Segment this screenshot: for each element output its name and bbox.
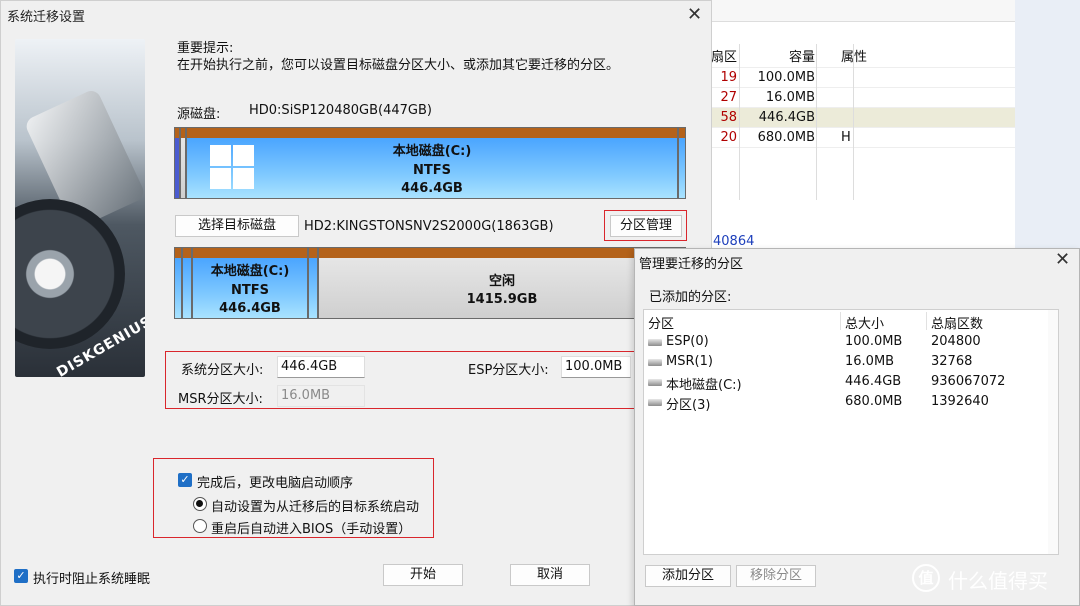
background-toolbar bbox=[701, 0, 1016, 22]
partition-manage-button[interactable]: 分区管理 bbox=[610, 215, 682, 237]
background-panel bbox=[1015, 0, 1080, 250]
esp-segment[interactable] bbox=[174, 247, 182, 319]
partition-fs: NTFS bbox=[231, 283, 269, 298]
remove-partition-button: 移除分区 bbox=[736, 565, 816, 587]
system-size-label: 系统分区大小: bbox=[181, 363, 264, 378]
msr-segment[interactable] bbox=[182, 247, 192, 319]
after-done-label: 完成后，更改电脑启动顺序 bbox=[197, 476, 354, 491]
target-partition-c[interactable]: 本地磁盘(C:) NTFS 446.4GB bbox=[192, 247, 308, 319]
radio-bios[interactable] bbox=[193, 519, 207, 533]
system-size-input[interactable]: 446.4GB bbox=[277, 356, 365, 378]
prevent-sleep-label: 执行时阻止系统睡眠 bbox=[33, 572, 151, 587]
windows-logo-icon bbox=[210, 145, 254, 189]
dialog-title: 管理要迁移的分区 bbox=[639, 257, 744, 272]
recovery-segment[interactable] bbox=[678, 127, 686, 199]
partition-list[interactable]: 分区 总大小 总扇区数 ESP(0) 100.0MB 204800 MSR(1)… bbox=[643, 309, 1059, 555]
watermark-text: 什么值得买 bbox=[948, 569, 1048, 593]
partition-name: 本地磁盘(C:) bbox=[392, 144, 472, 159]
table-row[interactable]: 27 16.0MB bbox=[701, 88, 1016, 108]
cancel-button[interactable]: 取消 bbox=[510, 564, 590, 586]
list-item[interactable]: MSR(1) 16.0MB 32768 bbox=[644, 353, 1058, 373]
platter-shape bbox=[15, 199, 125, 349]
source-disk-value: HD0:SiSP120480GB(447GB) bbox=[249, 103, 432, 118]
header-attr: 属性 bbox=[841, 50, 868, 65]
diskgenius-hdd-illustration: DISKGENIUS bbox=[15, 39, 145, 377]
free-space-segment[interactable]: 空闲 1415.9GB bbox=[318, 247, 686, 319]
manage-partitions-dialog: 管理要迁移的分区 ✕ 已添加的分区: 分区 总大小 总扇区数 ESP(0) 10… bbox=[634, 248, 1080, 606]
list-scrollbar[interactable] bbox=[1048, 310, 1058, 554]
background-partition-table: 扇区 容量 属性 19 100.0MB 27 16.0MB 58 446.4GB… bbox=[700, 0, 1016, 250]
background-grid: 扇区 容量 属性 19 100.0MB 27 16.0MB 58 446.4GB… bbox=[701, 44, 1016, 148]
partition-name: 本地磁盘(C:) bbox=[210, 264, 290, 279]
list-header: 分区 总大小 总扇区数 bbox=[644, 310, 1058, 332]
cell-capacity: 16.0MB bbox=[765, 90, 815, 105]
prevent-sleep-checkbox[interactable]: ✓ bbox=[14, 569, 28, 583]
start-button[interactable]: 开始 bbox=[383, 564, 463, 586]
col-total-sectors[interactable]: 总扇区数 bbox=[931, 313, 983, 332]
cell-total-sectors: 204800 bbox=[931, 334, 981, 349]
cell-attr: H bbox=[841, 130, 851, 145]
list-item[interactable]: 本地磁盘(C:) 446.4GB 936067072 bbox=[644, 373, 1058, 393]
col-total-size[interactable]: 总大小 bbox=[845, 313, 884, 332]
cell-capacity: 446.4GB bbox=[758, 110, 815, 125]
cell-capacity: 680.0MB bbox=[757, 130, 815, 145]
background-grid-header: 扇区 容量 属性 bbox=[701, 44, 1016, 68]
partition-size: 446.4GB bbox=[401, 181, 463, 196]
radio-bios-label: 重启后自动进入BIOS（手动设置） bbox=[211, 522, 412, 537]
esp-size-input[interactable]: 100.0MB bbox=[561, 356, 631, 378]
cell-total-sectors: 936067072 bbox=[931, 374, 1006, 389]
watermark: 值 什么值得买 bbox=[912, 562, 1080, 596]
dialog-title: 系统迁移设置 bbox=[7, 10, 86, 25]
after-done-checkbox[interactable]: ✓ bbox=[178, 473, 192, 487]
table-row[interactable]: 20 680.0MB H bbox=[701, 128, 1016, 148]
add-partition-button[interactable]: 添加分区 bbox=[645, 565, 731, 587]
cell-total-size: 100.0MB bbox=[845, 334, 903, 349]
cell-partition: ESP(0) bbox=[666, 334, 709, 349]
watermark-logo-icon: 值 bbox=[912, 564, 940, 592]
partition-fs: NTFS bbox=[413, 163, 451, 178]
radio-auto-boot[interactable] bbox=[193, 497, 207, 511]
source-partition-c[interactable]: 本地磁盘(C:) NTFS 446.4GB bbox=[186, 127, 678, 199]
cell-partition: MSR(1) bbox=[666, 354, 713, 369]
target-disk-map: 本地磁盘(C:) NTFS 446.4GB 空闲 1415.9GB bbox=[174, 247, 686, 319]
list-item[interactable]: ESP(0) 100.0MB 204800 bbox=[644, 333, 1058, 353]
col-partition[interactable]: 分区 bbox=[648, 313, 674, 332]
drive-icon bbox=[648, 399, 662, 406]
header-capacity: 容量 bbox=[788, 50, 815, 65]
partition-size: 446.4GB bbox=[219, 301, 281, 316]
free-space-label: 空闲 bbox=[488, 274, 515, 289]
cell-total-size: 680.0MB bbox=[845, 394, 903, 409]
table-row[interactable]: 58 446.4GB bbox=[701, 108, 1016, 128]
recovery-segment[interactable] bbox=[308, 247, 318, 319]
msr-size-label: MSR分区大小: bbox=[178, 392, 263, 407]
cell-partition: 分区(3) bbox=[666, 398, 711, 413]
free-space-size: 1415.9GB bbox=[466, 292, 538, 307]
drive-icon bbox=[648, 359, 662, 366]
background-link[interactable]: 40864 bbox=[713, 234, 754, 249]
cell-total-size: 16.0MB bbox=[845, 354, 895, 369]
source-disk-label: 源磁盘: bbox=[177, 107, 221, 122]
drive-icon bbox=[648, 379, 662, 386]
radio-auto-boot-label: 自动设置为从迁移后的目标系统启动 bbox=[211, 500, 420, 515]
notice-body: 在开始执行之前，您可以设置目标磁盘分区大小、或添加其它要迁移的分区。 bbox=[177, 58, 620, 73]
list-item[interactable]: 分区(3) 680.0MB 1392640 bbox=[644, 393, 1058, 413]
select-target-disk-button[interactable]: 选择目标磁盘 bbox=[175, 215, 299, 237]
cell-partition: 本地磁盘(C:) bbox=[666, 378, 742, 393]
cell-total-size: 446.4GB bbox=[845, 374, 902, 389]
cell-total-sectors: 1392640 bbox=[931, 394, 989, 409]
target-disk-value: HD2:KINGSTONSNV2S2000G(1863GB) bbox=[304, 219, 554, 234]
esp-size-label: ESP分区大小: bbox=[468, 363, 549, 378]
cell-capacity: 100.0MB bbox=[757, 70, 815, 85]
cell-total-sectors: 32768 bbox=[931, 354, 973, 369]
msr-size-input: 16.0MB bbox=[277, 385, 365, 407]
added-partitions-label: 已添加的分区: bbox=[649, 290, 732, 305]
drive-icon bbox=[648, 339, 662, 346]
table-row[interactable]: 19 100.0MB bbox=[701, 68, 1016, 88]
close-icon[interactable]: ✕ bbox=[687, 6, 702, 24]
system-migration-dialog: 系统迁移设置 ✕ DISKGENIUS 重要提示: 在开始执行之前，您可以设置目… bbox=[0, 0, 712, 606]
close-icon[interactable]: ✕ bbox=[1055, 251, 1070, 269]
